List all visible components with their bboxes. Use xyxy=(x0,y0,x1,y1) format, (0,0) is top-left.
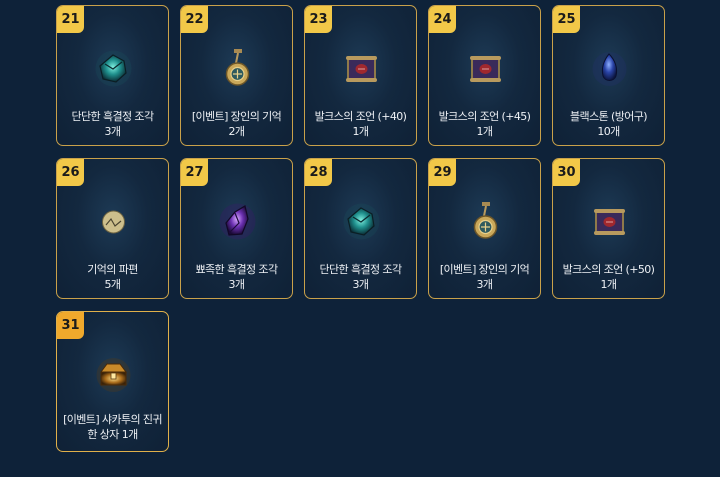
crystal-teal-icon xyxy=(339,199,384,244)
reward-card-25[interactable]: 25 블랙스톤 (방어구) 10개 xyxy=(552,5,665,146)
reward-name: 뾰족한 흑결정 조각 xyxy=(195,263,279,276)
reward-quantity: 3개 xyxy=(352,278,370,291)
reward-name: [이벤트] 샤카투의 진귀한 상자 xyxy=(63,413,162,441)
reward-name: 발크스의 조언 (+45) xyxy=(438,110,531,123)
reward-card-21[interactable]: 21 단단한 흑결정 조각 3개 xyxy=(56,5,169,146)
reward-label: 뾰족한 흑결정 조각 3개 xyxy=(183,262,290,292)
reward-number: 23 xyxy=(305,6,332,33)
reward-name: 기억의 파편 xyxy=(87,263,138,276)
crystal-teal-icon xyxy=(91,46,136,91)
reward-label: 발크스의 조언 (+45) 1개 xyxy=(431,109,538,139)
reward-number: 27 xyxy=(181,159,208,186)
reward-name: 발크스의 조언 (+50) xyxy=(562,263,655,276)
scroll-icon xyxy=(463,46,508,91)
reward-name: 단단한 흑결정 조각 xyxy=(319,263,403,276)
reward-card-30[interactable]: 30 발크스의 조언 (+50) 1개 xyxy=(552,158,665,299)
pendant-icon xyxy=(463,199,508,244)
reward-quantity: 3개 xyxy=(476,278,494,291)
reward-quantity: 1개 xyxy=(121,428,139,441)
treasure-chest-icon xyxy=(91,352,136,397)
reward-card-28[interactable]: 28 단단한 흑결정 조각 3개 xyxy=(304,158,417,299)
reward-card-27[interactable]: 27 뾰족한 흑결정 조각 3개 xyxy=(180,158,293,299)
reward-card-24[interactable]: 24 발크스의 조언 (+45) 1개 xyxy=(428,5,541,146)
reward-number: 30 xyxy=(553,159,580,186)
reward-name: 블랙스톤 (방어구) xyxy=(570,110,648,123)
memory-fragment-icon xyxy=(91,199,136,244)
reward-quantity: 10개 xyxy=(597,125,620,138)
reward-label: [이벤트] 장인의 기억 2개 xyxy=(183,109,290,139)
pendant-icon xyxy=(215,46,260,91)
reward-label: [이벤트] 장인의 기억 3개 xyxy=(431,262,538,292)
blackstone-armor-icon xyxy=(587,46,632,91)
reward-quantity: 3개 xyxy=(104,125,122,138)
reward-label: 발크스의 조언 (+50) 1개 xyxy=(555,262,662,292)
reward-number: 26 xyxy=(57,159,84,186)
reward-name: [이벤트] 장인의 기억 xyxy=(439,263,530,276)
reward-number: 24 xyxy=(429,6,456,33)
reward-quantity: 2개 xyxy=(228,125,246,138)
reward-label: 단단한 흑결정 조각 3개 xyxy=(59,109,166,139)
reward-label: 블랙스톤 (방어구) 10개 xyxy=(555,109,662,139)
reward-card-26[interactable]: 26 기억의 파편 5개 xyxy=(56,158,169,299)
reward-number: 31 xyxy=(57,312,84,339)
scroll-icon xyxy=(587,199,632,244)
reward-card-29[interactable]: 29 [이벤트] 장인의 기억 3개 xyxy=(428,158,541,299)
reward-number: 28 xyxy=(305,159,332,186)
crystal-purple-icon xyxy=(215,199,260,244)
reward-quantity: 3개 xyxy=(228,278,246,291)
reward-quantity: 1개 xyxy=(600,278,618,291)
reward-name: 단단한 흑결정 조각 xyxy=(71,110,155,123)
reward-number: 29 xyxy=(429,159,456,186)
reward-label: 발크스의 조언 (+40) 1개 xyxy=(307,109,414,139)
reward-quantity: 1개 xyxy=(476,125,494,138)
reward-name: 발크스의 조언 (+40) xyxy=(314,110,407,123)
reward-label: 단단한 흑결정 조각 3개 xyxy=(307,262,414,292)
reward-card-23[interactable]: 23 발크스의 조언 (+40) 1개 xyxy=(304,5,417,146)
reward-number: 22 xyxy=(181,6,208,33)
reward-quantity: 5개 xyxy=(104,278,122,291)
scroll-icon xyxy=(339,46,384,91)
reward-label: 기억의 파편 5개 xyxy=(59,262,166,292)
reward-label: [이벤트] 샤카투의 진귀한 상자 1개 xyxy=(59,412,166,442)
reward-card-22[interactable]: 22 [이벤트] 장인의 기억 2개 xyxy=(180,5,293,146)
reward-quantity: 1개 xyxy=(352,125,370,138)
reward-name: [이벤트] 장인의 기억 xyxy=(191,110,282,123)
reward-card-31[interactable]: 31 [이벤트] 샤카투의 진귀한 상자 1개 xyxy=(56,311,169,452)
reward-number: 21 xyxy=(57,6,84,33)
reward-number: 25 xyxy=(553,6,580,33)
